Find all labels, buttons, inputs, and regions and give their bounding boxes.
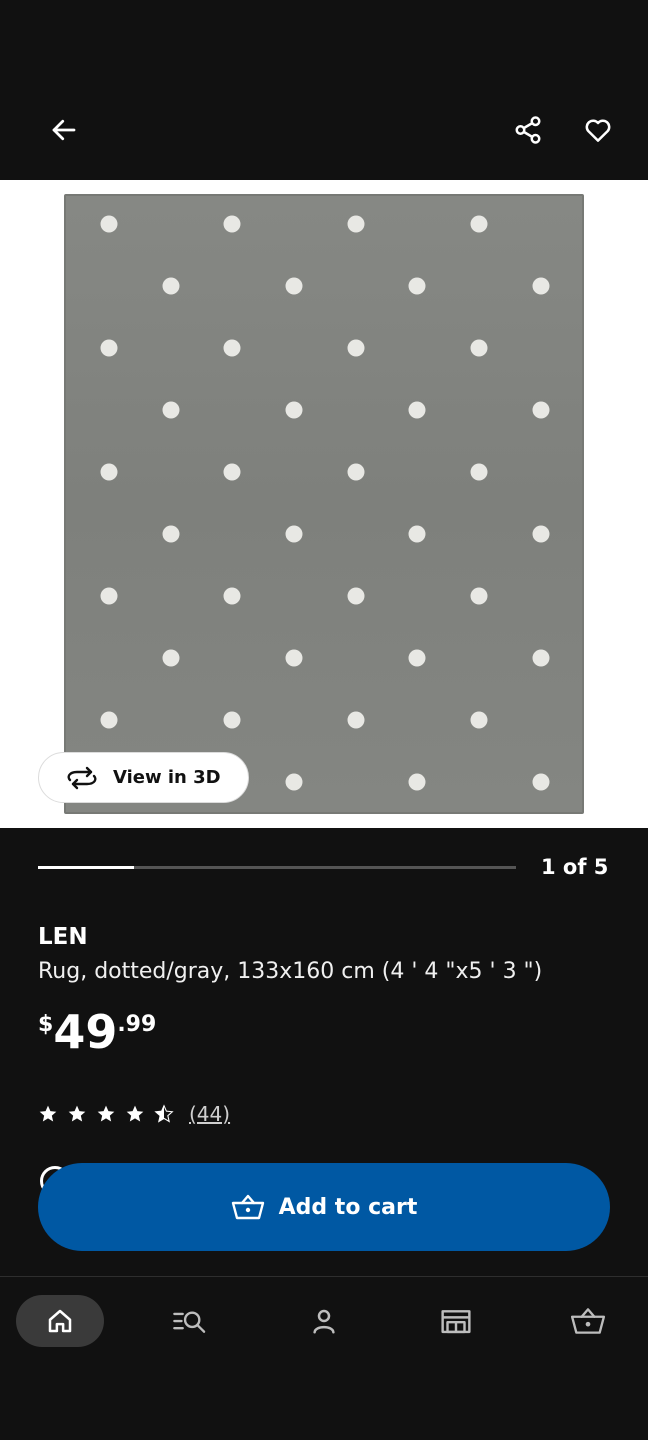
profile-icon: [313, 1309, 335, 1334]
rating-count[interactable]: (44): [189, 1102, 230, 1126]
nav-search[interactable]: [147, 1295, 235, 1347]
shopping-basket-icon: [231, 1194, 264, 1220]
rug-dot: [100, 339, 118, 357]
product-rating[interactable]: (44): [38, 1102, 230, 1126]
heart-icon: [585, 119, 611, 142]
rug-dot: [347, 587, 365, 605]
gallery-progress-fill: [38, 866, 134, 869]
nav-cart[interactable]: [544, 1295, 632, 1347]
price-currency: $: [38, 1012, 54, 1037]
price-integer: 49: [53, 1005, 118, 1059]
product-page: View in 3D 1 of 5 LEN Rug, dotted/gray, …: [0, 0, 648, 1440]
star-half-icon: [154, 1104, 174, 1123]
product-image-gallery[interactable]: View in 3D: [0, 180, 648, 828]
home-icon: [48, 1309, 72, 1333]
rug-dot: [470, 587, 488, 605]
rug-dot: [532, 773, 550, 791]
product-name: LEN: [38, 924, 88, 950]
nav-home[interactable]: [16, 1295, 104, 1347]
arrow-left-icon: [52, 119, 76, 141]
rug-dot: [223, 215, 241, 233]
nav-profile[interactable]: [280, 1295, 368, 1347]
rug-dot: [162, 277, 180, 295]
rug-dot: [162, 401, 180, 419]
rug-dot: [470, 215, 488, 233]
product-description: Rug, dotted/gray, 133x160 cm (4 ' 4 "x5 …: [38, 959, 543, 984]
rug-dot: [223, 711, 241, 729]
star-full-icon: [39, 1105, 57, 1122]
rug-dot: [347, 339, 365, 357]
star-full-icon: [97, 1105, 115, 1122]
star-full-icon: [68, 1105, 86, 1122]
add-to-cart-button[interactable]: Add to cart: [38, 1163, 610, 1251]
rug-dot: [285, 277, 303, 295]
rug-dot: [470, 463, 488, 481]
rug-dot: [100, 215, 118, 233]
product-image-rug: [64, 194, 584, 814]
rug-dot: [408, 773, 426, 791]
product-price: $ 49 .99: [38, 1004, 156, 1060]
favorite-button[interactable]: [570, 102, 626, 158]
rug-dot: [408, 525, 426, 543]
store-icon: [441, 1310, 471, 1334]
back-button[interactable]: [36, 102, 92, 158]
rug-dot: [223, 339, 241, 357]
price-decimal: .99: [117, 1012, 157, 1037]
rug-dot: [408, 649, 426, 667]
view-in-3d-button[interactable]: View in 3D: [38, 752, 249, 803]
rotate-3d-icon: [67, 766, 97, 789]
view-in-3d-label: View in 3D: [113, 767, 221, 788]
rug-dot: [408, 401, 426, 419]
rug-dot: [100, 587, 118, 605]
rug-dot: [162, 525, 180, 543]
rug-dot: [408, 277, 426, 295]
gallery-progress-bar: [38, 866, 516, 869]
gallery-progress-label: 1 of 5: [541, 855, 609, 879]
rug-dot: [100, 463, 118, 481]
rug-dot: [285, 401, 303, 419]
search-list-icon: [173, 1311, 206, 1333]
rug-dot: [532, 277, 550, 295]
rug-dot: [532, 525, 550, 543]
rug-dot: [470, 711, 488, 729]
nav-stores[interactable]: [412, 1295, 500, 1347]
share-button[interactable]: [500, 102, 556, 158]
rug-dot: [223, 463, 241, 481]
rug-dot: [470, 339, 488, 357]
add-to-cart-label: Add to cart: [278, 1194, 418, 1220]
rug-dot: [532, 401, 550, 419]
rug-dot: [532, 649, 550, 667]
shopping-basket-icon: [570, 1308, 606, 1334]
top-app-bar: [0, 90, 648, 170]
rug-dot: [162, 649, 180, 667]
rug-dot: [347, 215, 365, 233]
bottom-navigation: [0, 1276, 648, 1440]
rug-dot: [347, 463, 365, 481]
rug-dot: [347, 711, 365, 729]
rug-dot: [285, 773, 303, 791]
rug-dot: [285, 525, 303, 543]
rug-dot: [100, 711, 118, 729]
share-icon: [515, 116, 541, 144]
rug-dot: [223, 587, 241, 605]
rug-dot: [285, 649, 303, 667]
star-full-icon: [126, 1105, 144, 1122]
